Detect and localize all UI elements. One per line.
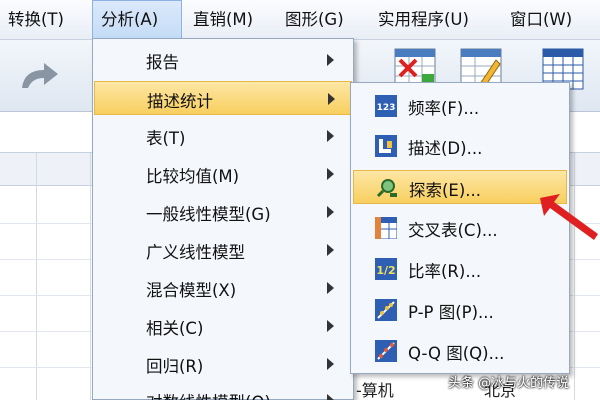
descriptives-icon — [375, 135, 397, 157]
menu-item-label: 回归(R) — [146, 357, 204, 376]
watermark: 头条 @冰与火的传说 — [448, 376, 570, 391]
menu-item-label: 广义线性模型 — [146, 243, 245, 262]
menu-item-label: 相关(C) — [146, 319, 204, 338]
explore-icon — [376, 179, 397, 198]
pp-plot-icon — [375, 299, 397, 321]
submenu-arrow-icon — [327, 394, 334, 400]
menu-item-reports[interactable]: 报告 — [94, 43, 352, 77]
menu-item-generalized-linear-models[interactable]: 广义线性模型 — [94, 233, 352, 267]
qq-plot-icon — [375, 340, 397, 362]
menu-item-general-linear-model[interactable]: 一般线性模型(G) — [94, 195, 352, 229]
menu-item-label: 报告 — [146, 53, 179, 72]
menu-item-label: 描述(D)... — [408, 139, 483, 158]
svg-text:123: 123 — [377, 103, 396, 113]
menu-window[interactable]: 窗口(W) — [510, 0, 572, 40]
menu-item-label: 混合模型(X) — [146, 281, 237, 300]
menu-item-descriptives[interactable]: 描述(D)... — [353, 129, 567, 163]
submenu-arrow-icon — [327, 206, 334, 218]
menu-item-label: Q-Q 图(Q)... — [408, 344, 505, 363]
menu-analyze[interactable]: 分析(A) — [92, 0, 182, 41]
ratio-icon: 1/2 — [375, 258, 397, 280]
menu-item-label: 表(T) — [146, 129, 186, 148]
menu-item-label: 交叉表(C)... — [408, 221, 498, 240]
menu-item-correlate[interactable]: 相关(C) — [94, 309, 352, 343]
menu-item-label: 探索(E)... — [409, 181, 482, 200]
menu-item-label: 比较均值(M) — [146, 167, 240, 186]
submenu-arrow-icon — [327, 244, 334, 256]
submenu-arrow-icon — [327, 54, 334, 66]
menu-item-label: 描述统计 — [147, 92, 213, 111]
svg-text:1/2: 1/2 — [376, 264, 395, 277]
menu-item-frequencies[interactable]: 123 频率(F)... — [353, 89, 567, 123]
submenu-arrow-icon — [327, 358, 334, 370]
analyze-menu: 报告 描述统计 表(T) 比较均值(M) 一般线性模型(G) 广义线性模型 混合… — [92, 38, 354, 400]
redo-icon[interactable] — [16, 58, 62, 96]
menu-item-label: 比率(R)... — [408, 262, 482, 281]
submenu-arrow-icon — [327, 168, 334, 180]
grid-line — [90, 153, 91, 400]
menu-item-mixed-models[interactable]: 混合模型(X) — [94, 271, 352, 305]
grid-cell-text[interactable]: -算机 — [356, 377, 394, 400]
menu-transform[interactable]: 转换(T) — [8, 0, 64, 40]
menu-item-loglinear[interactable]: 对数线性模型(O) — [94, 383, 352, 400]
menu-bar: 转换(T) 分析(A) 直销(M) 图形(G) 实用程序(U) 窗口(W) — [0, 0, 600, 41]
menu-item-regression[interactable]: 回归(R) — [94, 347, 352, 381]
menu-graphs[interactable]: 图形(G) — [285, 0, 344, 40]
menu-direct-marketing[interactable]: 直销(M) — [193, 0, 253, 40]
menu-item-descriptive-statistics[interactable]: 描述统计 — [94, 81, 352, 115]
menu-item-qq-plots[interactable]: Q-Q 图(Q)... — [353, 334, 567, 368]
menu-utilities[interactable]: 实用程序(U) — [378, 0, 469, 40]
menu-item-label: 对数线性模型(O) — [146, 389, 271, 400]
submenu-arrow-icon — [327, 320, 334, 332]
submenu-arrow-icon — [327, 130, 334, 142]
menu-item-tables[interactable]: 表(T) — [94, 119, 352, 153]
menu-item-label: 一般线性模型(G) — [146, 205, 271, 224]
menu-item-ratio[interactable]: 1/2 比率(R)... — [353, 252, 567, 286]
menu-item-pp-plots[interactable]: P-P 图(P)... — [353, 293, 567, 327]
crosstabs-icon — [375, 217, 397, 239]
menu-item-label: P-P 图(P)... — [408, 303, 494, 322]
submenu-arrow-icon — [328, 93, 335, 105]
annotation-arrow-icon — [540, 194, 598, 240]
menu-item-compare-means[interactable]: 比较均值(M) — [94, 157, 352, 191]
submenu-arrow-icon — [327, 282, 334, 294]
frequencies-icon: 123 — [375, 95, 397, 117]
grid-line — [36, 153, 37, 400]
menu-item-label: 频率(F)... — [408, 99, 480, 118]
